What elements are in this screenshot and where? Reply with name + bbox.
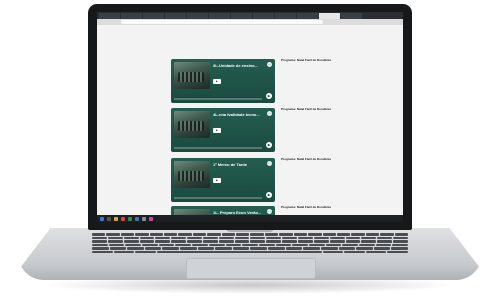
play-icon[interactable]: ▶: [266, 192, 272, 198]
share-icon[interactable]: ⋯: [267, 62, 272, 67]
share-icon[interactable]: ⋯: [267, 111, 272, 116]
episode-button[interactable]: ▶: [213, 128, 221, 133]
info-heading: Programa: Natal Fácil de Rondônia: [281, 158, 331, 161]
info-heading: Programa: Natal Fácil de Rondônia: [281, 108, 331, 111]
app-icon[interactable]: [142, 216, 146, 221]
url-field[interactable]: [121, 20, 323, 24]
info-heading: Programa: Natal Fácil de Rondônia: [281, 206, 331, 209]
folder-icon[interactable]: [114, 216, 118, 221]
episode-thumbnail: [174, 111, 210, 138]
app-icon[interactable]: [135, 216, 139, 221]
share-icon[interactable]: ⋯: [267, 161, 272, 166]
search-icon[interactable]: [107, 216, 111, 221]
episode-title: 1º Mercu de Tarde: [213, 162, 248, 167]
episode-info: Programa: Natal Fácil de Rondônia: [281, 59, 393, 64]
episode-info: Programa: Natal Fácil de Rondônia: [281, 206, 393, 211]
browser-icon[interactable]: [121, 216, 125, 221]
episode-card[interactable]: 3L-Unidade de ensino... ▶ ⋯ ▶: [171, 59, 275, 103]
episode-info: Programa: Natal Fácil de Rondônia: [281, 108, 393, 113]
episode-title: 4L-nna tvalidade tecno...: [213, 112, 260, 117]
app-icon[interactable]: [128, 216, 132, 221]
laptop-screen: 3L-Unidade de ensino... ▶ ⋯ ▶ Programa: …: [97, 12, 403, 222]
episode-card[interactable]: 1º Mercu de Tarde ▶ ⋯ ▶: [171, 158, 275, 202]
episode-card[interactable]: 4L-nna tvalidade tecno... ▶ ⋯ ▶: [171, 108, 275, 152]
episode-title: 3L-Unidade de ensino...: [213, 63, 258, 68]
episode-button[interactable]: ▶: [213, 79, 221, 84]
share-icon[interactable]: ⋯: [267, 209, 272, 214]
progress-bar: [174, 98, 262, 100]
episode-info: Programa: Natal Fácil de Rondônia: [281, 158, 393, 163]
windows-start-icon[interactable]: [100, 216, 104, 221]
keyboard: [92, 233, 409, 253]
page-content: 3L-Unidade de ensino... ▶ ⋯ ▶ Programa: …: [97, 25, 403, 222]
episode-thumbnail: [174, 62, 210, 89]
progress-bar: [174, 147, 262, 149]
episode-thumbnail: [174, 161, 210, 188]
play-icon[interactable]: ▶: [266, 142, 272, 148]
app-icon[interactable]: [149, 216, 153, 221]
taskbar: [97, 215, 403, 222]
play-icon[interactable]: ▶: [266, 93, 272, 99]
progress-bar: [174, 197, 262, 199]
browser-tab-bar: [97, 12, 403, 19]
episode-button[interactable]: ▶: [213, 178, 221, 183]
info-heading: Programa: Natal Fácil de Rondônia: [281, 59, 331, 62]
trackpad: [186, 258, 316, 279]
